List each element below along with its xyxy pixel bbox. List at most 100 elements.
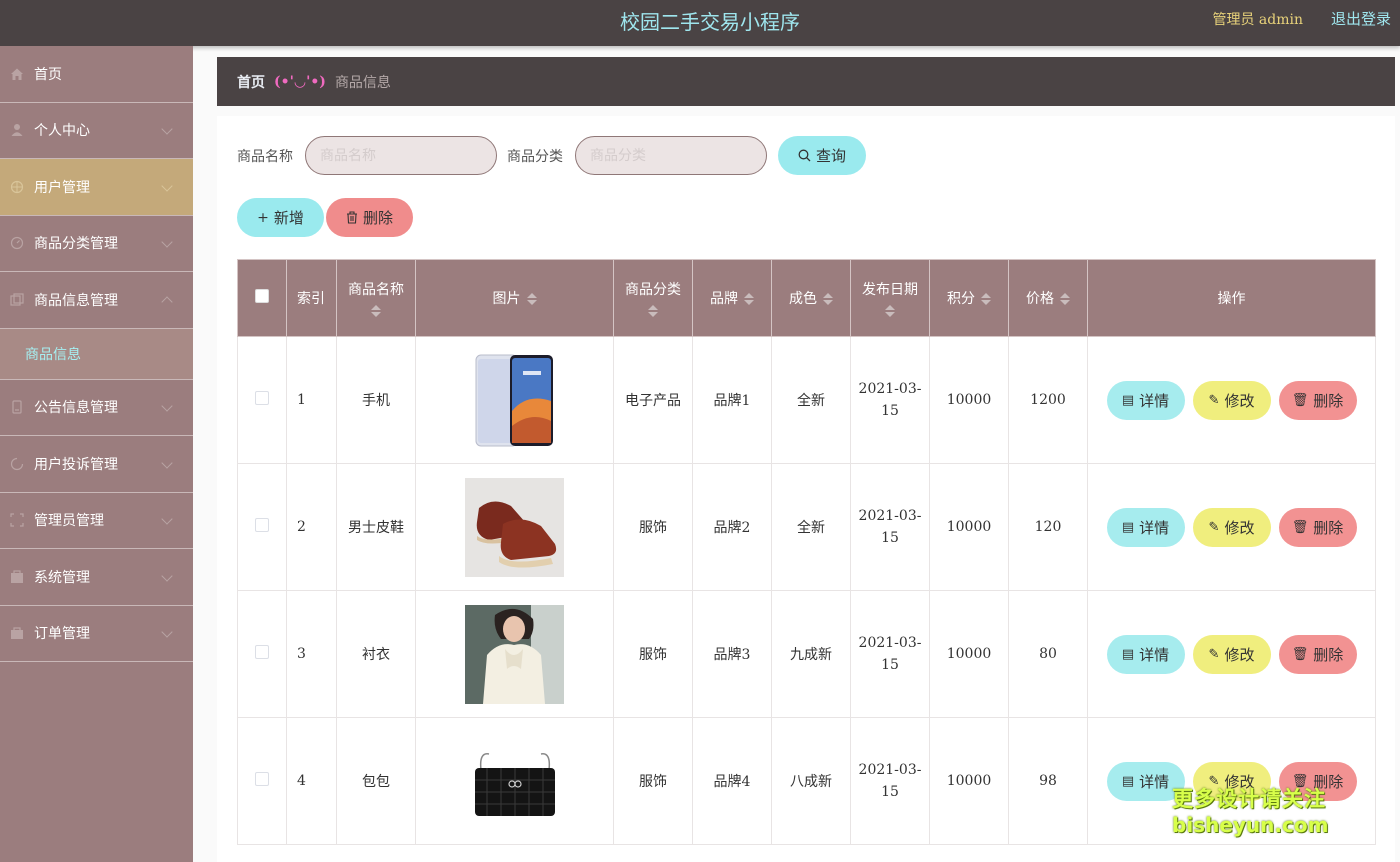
index-cell: 3 [286,590,337,718]
sort-icon[interactable] [371,305,381,317]
sidebar-item-label: 系统管理 [34,569,90,586]
points-cell: 10000 [929,590,1009,718]
chevron-down-icon [161,457,173,469]
sort-icon[interactable] [981,293,991,305]
header-brand[interactable]: 品牌 [692,259,772,337]
row-select-cell [237,590,287,718]
sidebar-item-notice[interactable]: 公告信息管理 [0,380,193,436]
delete-button[interactable]: 🗑 删除 [1278,634,1357,674]
header-image-label: 图片 [492,291,521,307]
row-checkbox[interactable] [255,772,269,786]
table-row: 3 衬衣 服饰 品牌3 九成新 2021-03-15 10000 80 ▤ 详情… [237,590,1376,718]
sidebar-item-label: 商品信息管理 [34,292,118,309]
chevron-down-icon [161,123,173,135]
app-title: 校园二手交易小程序 [620,10,800,34]
chevron-up-icon [161,296,173,308]
notice-icon [12,400,22,414]
search-button[interactable]: 查询 [778,136,866,175]
category-cell: 服饰 [613,717,693,845]
logout-link[interactable]: 退出登录 [1331,8,1391,29]
row-checkbox[interactable] [255,391,269,405]
sidebar-item-category[interactable]: 商品分类管理 [0,216,193,272]
sort-icon[interactable] [823,293,833,305]
batch-delete-button[interactable]: 删除 [326,198,413,237]
sort-icon[interactable] [526,293,537,305]
ops-cell: ▤ 详情 ✎ 修改 🗑 删除 [1087,336,1376,464]
sidebar-item-label: 个人中心 [34,123,90,140]
row-select-cell [237,463,287,591]
sort-icon[interactable] [885,305,895,317]
sidebar-item-label: 订单管理 [34,626,90,643]
row-checkbox[interactable] [255,645,269,659]
submenu-item-goods-info[interactable]: 商品信息 [0,328,193,380]
delete-button[interactable]: 🗑 删除 [1278,380,1357,420]
header-category[interactable]: 商品分类 [613,259,693,337]
row-select-cell [237,336,287,464]
price-cell: 98 [1008,717,1088,845]
category-icon [10,237,24,250]
sidebar-item-complaint[interactable]: 用户投诉管理 [0,436,193,493]
sidebar: 首页 个人中心 用户管理 商品分类管理 商品信息管理 商品信息 公告信息管理 用… [0,46,193,862]
header-date-label: 发布日期 [862,282,918,298]
sidebar-item-goods[interactable]: 商品信息管理 [0,272,193,329]
image-cell [415,336,614,464]
condition-cell: 八成新 [771,717,851,845]
sidebar-item-users[interactable]: 用户管理 [0,159,193,216]
sort-icon[interactable] [648,305,658,317]
trash-icon: 🗑 [1291,519,1309,535]
category-cell: 服饰 [613,590,693,718]
user-icon [11,124,23,137]
delete-label: 删除 [1313,518,1344,537]
sidebar-item-order[interactable]: 订单管理 [0,606,193,662]
sort-icon[interactable] [1060,293,1070,305]
sidebar-item-profile[interactable]: 个人中心 [0,103,193,159]
sort-icon[interactable] [744,293,754,305]
price-cell: 80 [1008,590,1088,718]
row-checkbox[interactable] [255,518,269,532]
watermark: 更多设计请关注 bisheyun.com [1172,786,1328,838]
edit-label: 修改 [1224,391,1255,410]
ops-cell: ▤ 详情 ✎ 修改 🗑 删除 [1087,590,1376,718]
select-all-checkbox[interactable] [255,289,269,303]
breadcrumb-current: 商品信息 [334,74,391,91]
breadcrumb-home[interactable]: 首页 [237,72,265,92]
points-cell: 10000 [929,336,1009,464]
sidebar-item-admin[interactable]: 管理员管理 [0,493,193,549]
header-date[interactable]: 发布日期 [850,259,930,337]
breadcrumb: 首页 (•'◡'•) 商品信息 [217,57,1395,106]
header-price[interactable]: 价格 [1008,259,1088,337]
header-image[interactable]: 图片 [415,259,614,337]
home-icon [11,68,23,80]
chevron-down-icon [161,236,173,248]
delete-button[interactable]: 🗑 删除 [1278,507,1357,547]
name-cell: 手机 [336,336,416,464]
shoes-image [465,477,564,577]
date-cell: 2021-03-15 [850,717,930,845]
points-cell: 10000 [929,463,1009,591]
name-search-input[interactable] [305,136,497,175]
plus-icon: + [257,209,269,226]
trash-icon: 🗑 [1291,646,1309,662]
header-name[interactable]: 商品名称 [336,259,416,337]
sidebar-item-system[interactable]: 系统管理 [0,549,193,606]
add-button[interactable]: + 新增 [237,198,324,237]
condition-cell: 全新 [771,336,851,464]
category-cell: 服饰 [613,463,693,591]
header-condition[interactable]: 成色 [771,259,851,337]
detail-button[interactable]: ▤ 详情 [1106,380,1185,420]
edit-button[interactable]: ✎ 修改 [1192,507,1271,547]
detail-button[interactable]: ▤ 详情 [1106,507,1185,547]
sidebar-item-label: 用户管理 [34,179,90,196]
header-points[interactable]: 积分 [929,259,1009,337]
complaint-icon [10,457,24,470]
name-search-label: 商品名称 [237,148,293,165]
top-bar: 校园二手交易小程序 管理员 admin 退出登录 [0,0,1400,46]
sidebar-item-home[interactable]: 首页 [0,46,193,103]
category-search-input[interactable] [575,136,767,175]
edit-button[interactable]: ✎ 修改 [1192,380,1271,420]
edit-button[interactable]: ✎ 修改 [1192,634,1271,674]
header-condition-label: 成色 [789,291,817,307]
chevron-down-icon [161,180,173,192]
detail-button[interactable]: ▤ 详情 [1106,634,1185,674]
admin-label: 管理员 admin [1212,12,1303,28]
